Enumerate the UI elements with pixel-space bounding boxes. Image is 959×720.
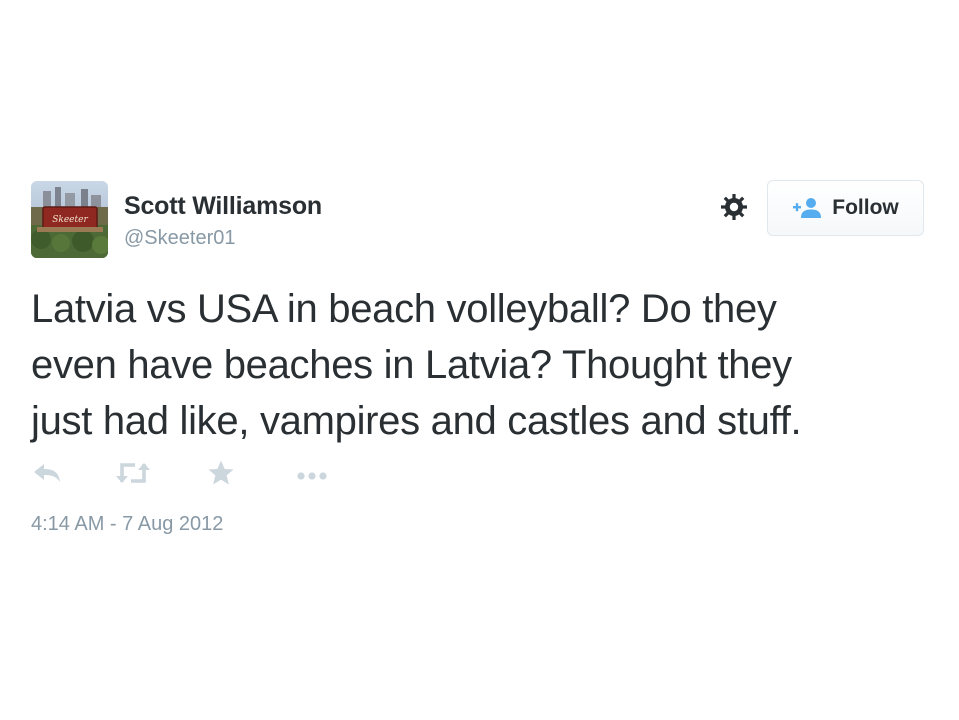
reply-icon[interactable] xyxy=(32,462,62,489)
follow-user-icon xyxy=(793,198,822,218)
tweet-text-line: even have beaches in Latvia? Thought the… xyxy=(31,343,792,387)
avatar-sign-text: Skeeter xyxy=(52,215,88,225)
gear-icon[interactable] xyxy=(719,192,749,222)
display-name[interactable]: Scott Williamson xyxy=(124,192,322,221)
screen-name[interactable]: @Skeeter01 xyxy=(124,227,235,250)
tweet-card: Skeeter Scott Williamson @Skeeter01 Foll… xyxy=(0,0,959,720)
avatar[interactable]: Skeeter xyxy=(31,181,108,258)
follow-button-label: Follow xyxy=(832,196,899,219)
tweet-timestamp[interactable]: 4:14 AM - 7 Aug 2012 xyxy=(31,513,223,536)
tweet-text: Latvia vs USA in beach volleyball? Do th… xyxy=(31,281,931,449)
follow-button[interactable]: Follow xyxy=(767,180,924,236)
tweet-text-line: just had like, vampires and castles and … xyxy=(31,399,802,443)
tweet-text-line: Latvia vs USA in beach volleyball? Do th… xyxy=(31,287,777,331)
more-icon[interactable] xyxy=(296,468,328,486)
star-icon[interactable] xyxy=(207,459,235,492)
retweet-icon[interactable] xyxy=(115,461,151,490)
